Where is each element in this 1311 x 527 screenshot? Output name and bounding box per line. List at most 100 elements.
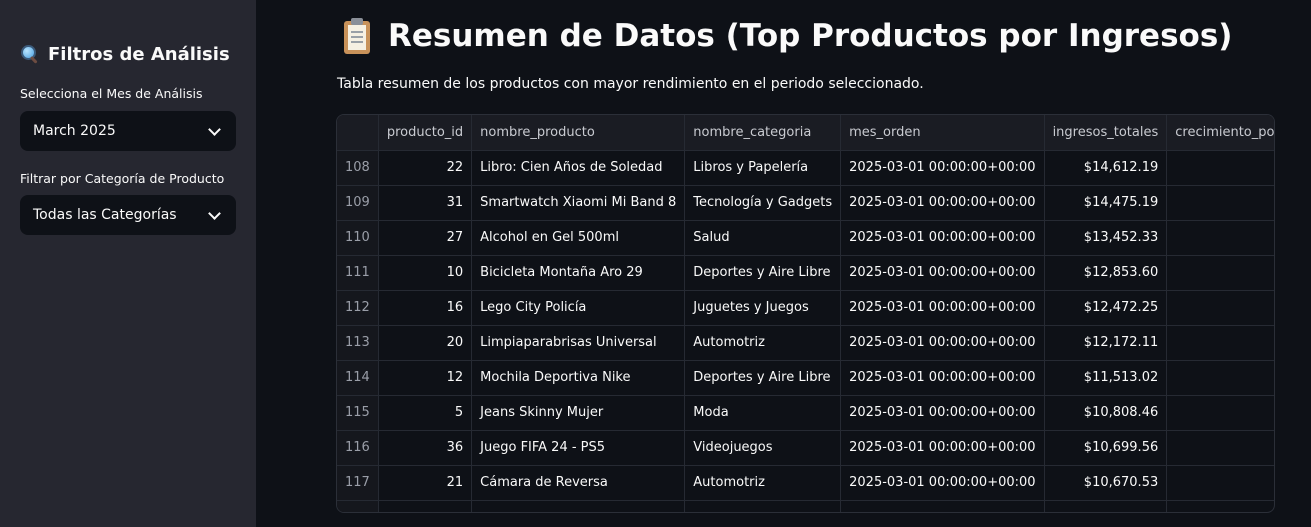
table-row[interactable]: 108 22 Libro: Cien Años de Soledad Libros y… — [337, 150, 1274, 186]
table-cell[interactable]: 2025-03-01 00:00:00+00:00 — [840, 395, 1045, 431]
table-cell[interactable] — [684, 500, 842, 512]
month-select[interactable]: March 2025 — [20, 111, 236, 151]
table-cell[interactable]: 31 — [378, 185, 473, 221]
table-cell[interactable]: 14.62 — [1166, 395, 1274, 431]
table-cell[interactable]: Libros y Papelería — [684, 150, 842, 186]
table-cell[interactable]: 16.20 — [1166, 360, 1274, 396]
chevron-down-icon — [208, 122, 221, 136]
table-cell[interactable]: Juego FIFA 24 - PS5 — [471, 430, 686, 466]
table-cell[interactable]: Juguetes y Juegos — [684, 290, 842, 326]
table-cell[interactable]: 77.21 — [1166, 255, 1274, 291]
table-cell[interactable]: Lego City Policía — [471, 290, 686, 326]
category-select[interactable]: Todas las Categorías — [20, 195, 236, 235]
index-header[interactable] — [337, 115, 379, 151]
magnifying-glass-icon — [20, 44, 40, 64]
clipboard-icon — [342, 18, 372, 54]
sidebar-title: Filtros de Análisis — [20, 40, 230, 68]
column-header[interactable]: producto_id — [378, 115, 473, 151]
row-index: 115 — [337, 395, 379, 431]
column-header[interactable]: crecimiento_porcentual_vent — [1166, 115, 1274, 151]
table-cell[interactable]: 2025-03-01 00:00:00+00:00 — [840, 360, 1045, 396]
table-cell[interactable]: 62.98 — [1166, 430, 1274, 466]
table-cell[interactable] — [471, 500, 686, 512]
table-cell[interactable] — [840, 500, 1045, 512]
table-row[interactable]: 113 20 Limpiaparabrisas Universal Automotri… — [337, 325, 1274, 361]
table-row[interactable]: 111 10 Bicicleta Montaña Aro 29 Deportes y … — [337, 255, 1274, 291]
table-cell[interactable]: $12,853.60 — [1044, 255, 1168, 291]
sidebar-title-text: Filtros de Análisis — [48, 43, 230, 65]
table-cell[interactable]: 82.07 — [1166, 185, 1274, 221]
table-cell[interactable]: 21 — [378, 465, 473, 501]
table-cell[interactable]: $10,808.46 — [1044, 395, 1168, 431]
table-cell[interactable]: Deportes y Aire Libre — [684, 360, 842, 396]
table-cell[interactable]: 2025-03-01 00:00:00+00:00 — [840, 325, 1045, 361]
table-cell[interactable]: Bicicleta Montaña Aro 29 — [471, 255, 686, 291]
table-cell[interactable]: 5 — [378, 395, 473, 431]
category-select-label: Filtrar por Categoría de Producto — [20, 171, 225, 186]
table-cell[interactable]: 2025-03-01 00:00:00+00:00 — [840, 465, 1045, 501]
table-cell[interactable]: 2025-03-01 00:00:00+00:00 — [840, 220, 1045, 256]
row-index: 110 — [337, 220, 379, 256]
table-cell[interactable]: Videojuegos — [684, 430, 842, 466]
table-cell[interactable]: $12,472.25 — [1044, 290, 1168, 326]
table-cell[interactable]: Automotriz — [684, 325, 842, 361]
chevron-down-icon — [208, 206, 221, 220]
table-cell[interactable] — [1044, 500, 1168, 512]
table-cell[interactable]: Deportes y Aire Libre — [684, 255, 842, 291]
table-cell[interactable]: Salud — [684, 220, 842, 256]
table-row[interactable]: 109 31 Smartwatch Xiaomi Mi Band 8 Tecnolog… — [337, 185, 1274, 221]
table-cell[interactable]: 16 — [378, 290, 473, 326]
table-row[interactable]: 115 5 Jeans Skinny Mujer Moda 2025-03-01 00:… — [337, 395, 1274, 431]
table-cell[interactable]: Libro: Cien Años de Soledad — [471, 150, 686, 186]
table-cell[interactable]: $10,699.56 — [1044, 430, 1168, 466]
table-cell[interactable]: Cámara de Reversa — [471, 465, 686, 501]
table-row[interactable] — [337, 500, 1274, 512]
table-cell[interactable]: Alcohol en Gel 500ml — [471, 220, 686, 256]
data-table[interactable]: producto_id nombre_producto nombre_categor… — [336, 114, 1275, 513]
row-index: 112 — [337, 290, 379, 326]
table-cell[interactable]: Mochila Deportiva Nike — [471, 360, 686, 396]
table-cell[interactable] — [1166, 500, 1274, 512]
table-cell[interactable]: Automotriz — [684, 465, 842, 501]
table-cell[interactable]: $13,452.33 — [1044, 220, 1168, 256]
column-header[interactable]: nombre_producto — [471, 115, 686, 151]
table-cell[interactable]: 3.29 — [1166, 220, 1274, 256]
table-cell[interactable]: 10 — [378, 255, 473, 291]
table-cell[interactable]: Moda — [684, 395, 842, 431]
table-cell[interactable] — [378, 500, 473, 512]
table-row[interactable]: 114 12 Mochila Deportiva Nike Deportes y Ai… — [337, 360, 1274, 396]
table-cell[interactable]: $14,475.19 — [1044, 185, 1168, 221]
table-cell[interactable]: Jeans Skinny Mujer — [471, 395, 686, 431]
table-row[interactable]: 110 27 Alcohol en Gel 500ml Salud 2025-03-01… — [337, 220, 1274, 256]
page-title-text: Resumen de Datos (Top Productos por Ingr… — [388, 18, 1233, 54]
table-cell[interactable]: 20 — [378, 325, 473, 361]
table-cell[interactable]: 117.96 — [1166, 325, 1274, 361]
table-cell[interactable]: Limpiaparabrisas Universal — [471, 325, 686, 361]
table-row[interactable]: 116 36 Juego FIFA 24 - PS5 Videojuegos 2025-… — [337, 430, 1274, 466]
table-cell[interactable]: 22 — [378, 150, 473, 186]
column-header[interactable]: ingresos_totales — [1044, 115, 1168, 151]
table-cell[interactable]: 2025-03-01 00:00:00+00:00 — [840, 255, 1045, 291]
table-cell[interactable]: 86.90 — [1166, 290, 1274, 326]
table-cell[interactable]: 2025-03-01 00:00:00+00:00 — [840, 290, 1045, 326]
table-cell[interactable]: 12 — [378, 360, 473, 396]
table-cell[interactable]: 2025-03-01 00:00:00+00:00 — [840, 185, 1045, 221]
table-cell[interactable]: $14,612.19 — [1044, 150, 1168, 186]
table-cell[interactable]: 36 — [378, 430, 473, 466]
table-cell[interactable]: $12,172.11 — [1044, 325, 1168, 361]
table-cell[interactable]: Smartwatch Xiaomi Mi Band 8 — [471, 185, 686, 221]
column-header[interactable]: nombre_categoria — [684, 115, 842, 151]
row-index — [337, 500, 379, 512]
row-index: 109 — [337, 185, 379, 221]
table-row[interactable]: 112 16 Lego City Policía Juguetes y Juegos 2… — [337, 290, 1274, 326]
table-row[interactable]: 117 21 Cámara de Reversa Automotriz 2025-03-… — [337, 465, 1274, 501]
table-cell[interactable]: 159.27 — [1166, 150, 1274, 186]
column-header[interactable]: mes_orden — [840, 115, 1045, 151]
table-cell[interactable]: 27 — [378, 220, 473, 256]
table-cell[interactable]: 2025-03-01 00:00:00+00:00 — [840, 430, 1045, 466]
table-cell[interactable]: 2025-03-01 00:00:00+00:00 — [840, 150, 1045, 186]
table-cell[interactable]: 83.59 — [1166, 465, 1274, 501]
table-cell[interactable]: $11,513.02 — [1044, 360, 1168, 396]
table-cell[interactable]: $10,670.53 — [1044, 465, 1168, 501]
table-cell[interactable]: Tecnología y Gadgets — [684, 185, 842, 221]
